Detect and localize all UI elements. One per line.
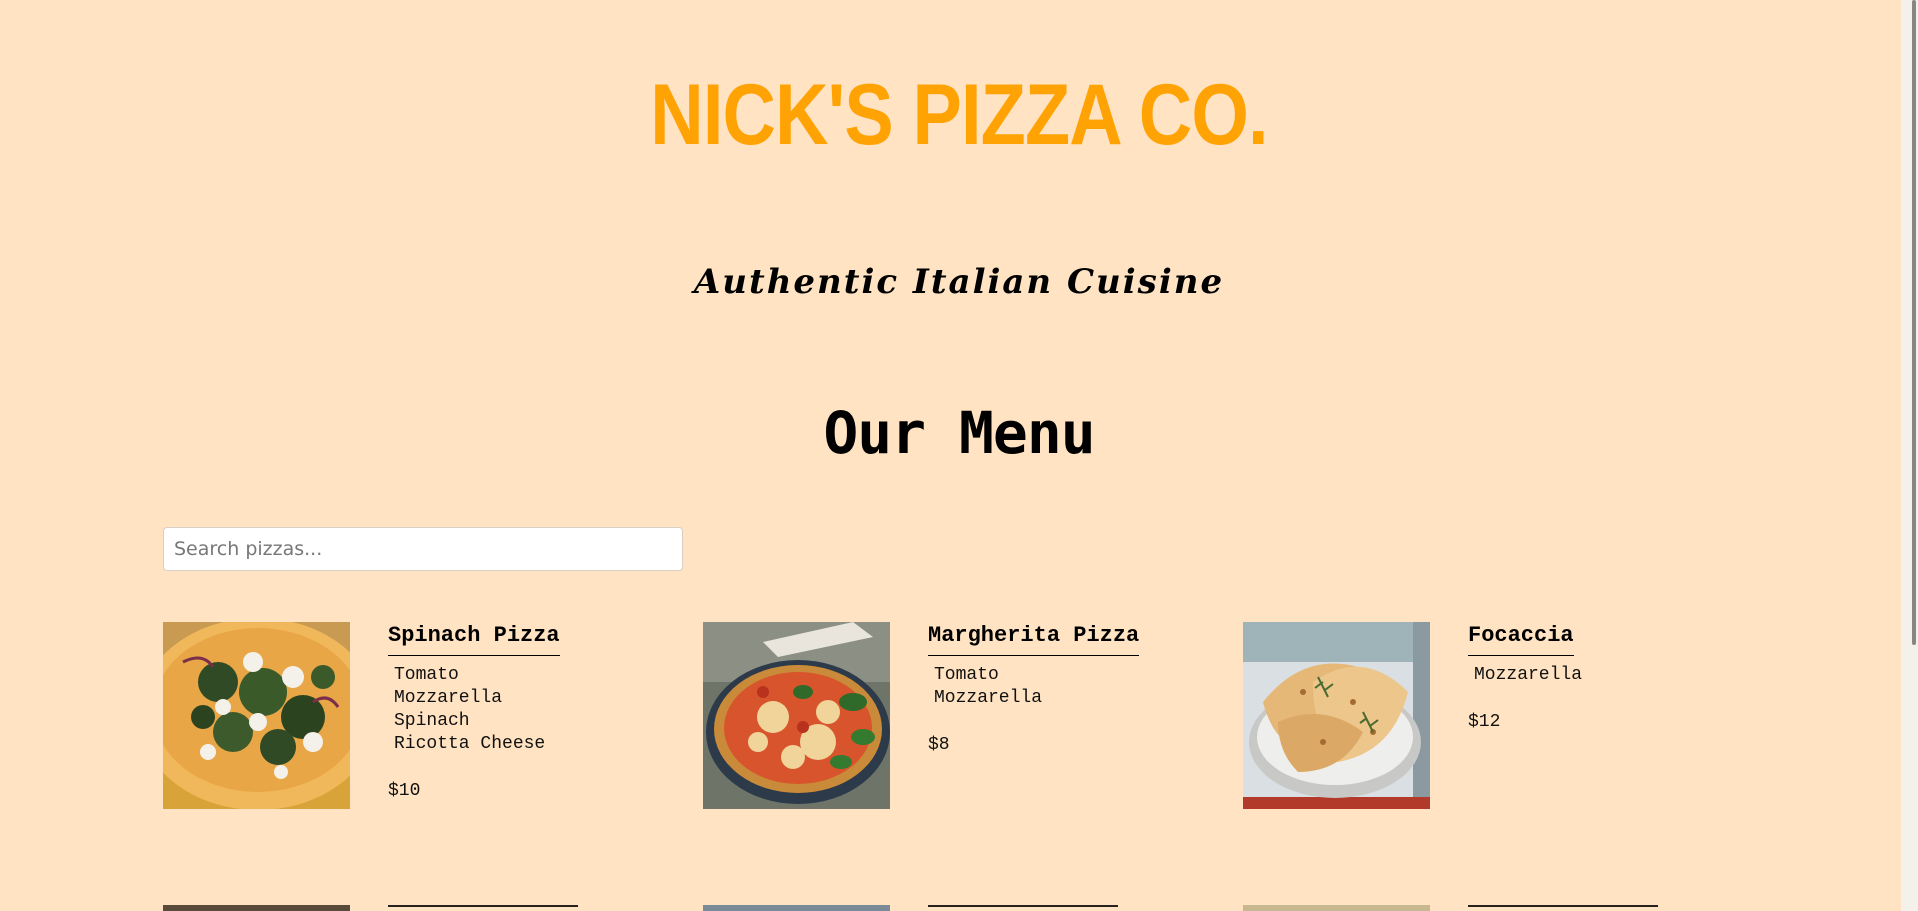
menu-card-info: Margherita Pizza Tomato Mozzarella $8 xyxy=(928,622,1228,755)
spinach-pizza-photo xyxy=(163,622,350,809)
menu-item-price: $8 xyxy=(928,735,950,756)
ingredient-list: Tomato Mozzarella Spinach Ricotta Cheese xyxy=(394,664,688,756)
ingredient: Mozzarella xyxy=(934,688,1043,709)
menu-item-name-partial xyxy=(388,905,578,911)
menu-card-info: Focaccia Mozzarella $12 xyxy=(1468,622,1768,732)
site-title: NICK'S PIZZA CO. xyxy=(650,67,1268,163)
menu-card-photo-partial xyxy=(163,905,350,911)
menu-item-name: Focaccia xyxy=(1468,622,1574,657)
scrollbar-thumb[interactable] xyxy=(1912,0,1916,645)
ingredient: Tomato xyxy=(394,665,459,686)
menu-card-photo-partial xyxy=(703,905,890,911)
ingredient-list: Tomato Mozzarella xyxy=(934,664,1228,710)
menu-card-margherita-pizza[interactable]: Margherita Pizza Tomato Mozzarella $8 xyxy=(703,622,1223,822)
page-scrollbar[interactable] xyxy=(1901,0,1918,911)
menu-item-price: $12 xyxy=(1468,712,1501,733)
menu-card-info: Spinach Pizza Tomato Mozzarella Spinach … xyxy=(388,622,688,801)
ingredient-list: Mozzarella xyxy=(1474,664,1768,687)
ingredient: Spinach xyxy=(394,711,470,732)
menu-card-photo-partial xyxy=(1243,905,1430,911)
ingredient: Mozzarella xyxy=(1474,665,1583,686)
focaccia-photo xyxy=(1243,622,1430,809)
menu-item-name: Margherita Pizza xyxy=(928,622,1140,657)
menu-item-name-partial xyxy=(928,905,1118,911)
menu-heading: Our Menu xyxy=(823,399,1095,467)
menu-card-spinach-pizza[interactable]: Spinach Pizza Tomato Mozzarella Spinach … xyxy=(163,622,683,822)
site-tagline: Authentic Italian Cuisine xyxy=(693,262,1225,302)
menu-item-name: Spinach Pizza xyxy=(388,622,560,657)
pizza-menu-page: NICK'S PIZZA CO. Authentic Italian Cuisi… xyxy=(0,0,1918,911)
menu-item-name-partial xyxy=(1468,905,1658,911)
search-input[interactable] xyxy=(163,527,683,571)
ingredient: Tomato xyxy=(934,665,999,686)
menu-card-focaccia[interactable]: Focaccia Mozzarella $12 xyxy=(1243,622,1763,822)
ingredient: Mozzarella xyxy=(394,688,503,709)
menu-item-price: $10 xyxy=(388,781,421,802)
margherita-pizza-photo xyxy=(703,622,890,809)
ingredient: Ricotta Cheese xyxy=(394,734,546,755)
